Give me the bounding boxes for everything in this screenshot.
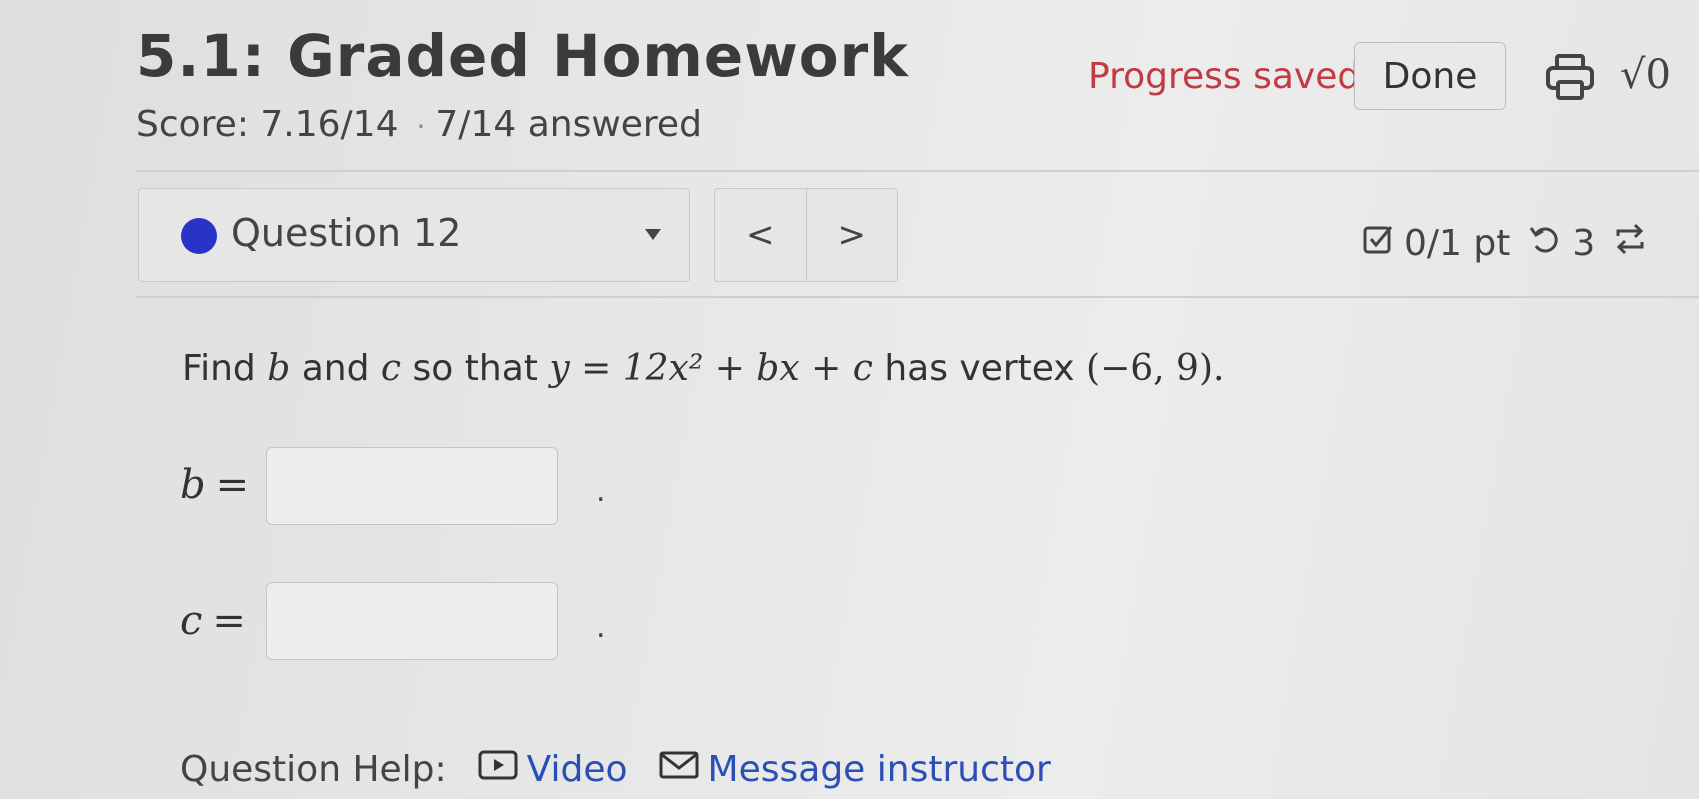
caret-down-icon xyxy=(645,229,661,240)
page-title: 5.1: Graded Homework xyxy=(136,22,909,90)
question-divider xyxy=(136,296,1699,298)
math-palette-icon[interactable]: √0 xyxy=(1620,52,1671,98)
attempts-count: 3 xyxy=(1572,223,1596,264)
score-text: Score: 7.16/14 xyxy=(136,104,399,145)
question-status-dot xyxy=(181,218,217,254)
answer-b-var: b xyxy=(180,462,206,508)
problem-var-b: b xyxy=(267,348,291,389)
problem-vertex: (−6, 9). xyxy=(1086,348,1225,389)
progress-status: Progress saved xyxy=(1088,56,1361,97)
question-nav-group: < > xyxy=(714,188,898,282)
answer-b-label: b = xyxy=(180,462,249,508)
equals-sign: = xyxy=(215,462,250,508)
answer-c-label: c = xyxy=(180,598,246,644)
message-instructor-label: Message instructor xyxy=(707,749,1051,790)
video-icon xyxy=(477,748,519,791)
question-label: Question 12 xyxy=(231,211,462,255)
question-help: Question Help: Video Message instructor xyxy=(180,748,1051,791)
answer-c-var: c xyxy=(180,598,203,644)
header-divider xyxy=(136,170,1699,172)
message-instructor-link[interactable]: Message instructor xyxy=(658,748,1051,791)
answer-c-input[interactable] xyxy=(266,582,558,660)
answer-c-period: . xyxy=(596,610,606,645)
problem-equation: y = 12x² + bx + c xyxy=(549,348,873,389)
problem-text-has-vertex: has vertex xyxy=(884,348,1075,389)
similar-question-icon[interactable] xyxy=(1613,222,1647,265)
problem-var-c: c xyxy=(380,348,402,389)
points-text: 0/1 pt xyxy=(1404,223,1511,264)
score-line: Score: 7.16/14 · 7/14 answered xyxy=(136,104,702,145)
question-select[interactable]: Question 12 xyxy=(138,188,690,282)
answer-b-period: . xyxy=(596,474,606,509)
previous-question-button[interactable]: < xyxy=(715,189,806,281)
next-question-button[interactable]: > xyxy=(805,189,898,281)
done-button[interactable]: Done xyxy=(1354,42,1506,110)
video-link[interactable]: Video xyxy=(477,748,628,791)
separator-dot: · xyxy=(416,110,426,143)
answered-count: 7/14 answered xyxy=(435,104,702,145)
points-status: 0/1 pt 3 xyxy=(1362,222,1647,265)
equals-sign: = xyxy=(212,598,246,644)
problem-text-so-that: so that xyxy=(412,348,538,389)
video-label: Video xyxy=(526,749,628,790)
checkbox-icon xyxy=(1362,223,1394,264)
problem-text-find: Find xyxy=(182,348,256,389)
print-icon[interactable] xyxy=(1544,52,1596,102)
envelope-icon xyxy=(658,748,700,791)
answer-b-input[interactable] xyxy=(266,447,558,525)
problem-text-and: and xyxy=(301,348,370,389)
retry-icon xyxy=(1528,222,1562,265)
question-help-label: Question Help: xyxy=(180,749,447,790)
problem-statement: Find b and c so that y = 12x² + bx + c h… xyxy=(182,348,1224,389)
